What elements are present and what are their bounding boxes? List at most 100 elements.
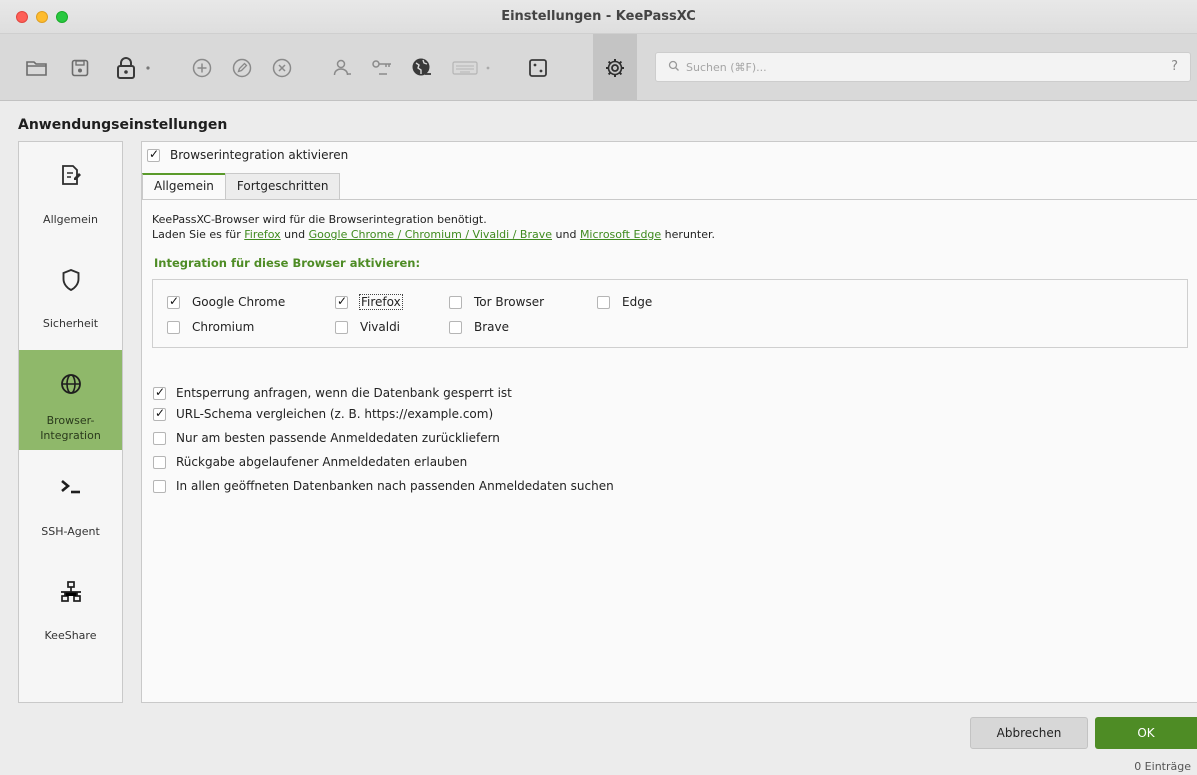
open-database-button[interactable] bbox=[17, 34, 57, 101]
option-allow-expired[interactable]: Rückgabe abgelaufener Anmeldedaten erlau… bbox=[153, 455, 467, 469]
option-best-matching-only[interactable]: Nur am besten passende Anmeldedaten zurü… bbox=[153, 431, 500, 445]
description-text-part: und bbox=[552, 228, 580, 241]
copy-url-button[interactable] bbox=[402, 34, 442, 101]
option-search-all-databases[interactable]: In allen geöffneten Datenbanken nach pas… bbox=[153, 479, 614, 493]
browser-google-chrome[interactable]: Google Chrome bbox=[167, 294, 285, 309]
cancel-button[interactable]: Abbrechen bbox=[970, 717, 1088, 749]
description-text-part: herunter. bbox=[661, 228, 715, 241]
browser-tor-browser-checkbox[interactable] bbox=[449, 295, 462, 309]
x-circle-icon bbox=[272, 58, 292, 77]
browser-firefox[interactable]: Firefox bbox=[335, 294, 403, 310]
browser-brave[interactable]: Brave bbox=[449, 320, 509, 334]
browser-tor-browser[interactable]: Tor Browser bbox=[449, 295, 544, 309]
browsers-heading: Integration für diese Browser aktivieren… bbox=[154, 256, 421, 270]
window-title: Einstellungen - KeePassXC bbox=[501, 9, 696, 24]
option-request-unlock-checkbox[interactable] bbox=[153, 385, 166, 400]
copy-password-button[interactable] bbox=[362, 34, 402, 101]
option-label: Rückgabe abgelaufener Anmeldedaten erlau… bbox=[176, 455, 468, 469]
browser-label: Chromium bbox=[192, 320, 255, 334]
option-allow-expired-checkbox[interactable] bbox=[153, 455, 166, 469]
globe-icon bbox=[60, 374, 81, 394]
edge-download-link[interactable]: Microsoft Edge bbox=[580, 228, 661, 241]
category-browser-integration[interactable]: Browser- Integration bbox=[19, 350, 122, 450]
title-bar: Einstellungen - KeePassXC bbox=[0, 0, 1197, 34]
option-label: Nur am besten passende Anmeldedaten zurü… bbox=[176, 431, 500, 445]
chevron-down-icon bbox=[146, 65, 150, 70]
lock-database-button[interactable] bbox=[109, 34, 159, 101]
firefox-download-link[interactable]: Firefox bbox=[244, 228, 280, 241]
shield-icon bbox=[62, 268, 79, 292]
settings-category-list: Allgemein Sicherheit Browser- Integratio… bbox=[18, 141, 123, 703]
option-label: In allen geöffneten Datenbanken nach pas… bbox=[176, 479, 614, 493]
browser-label: Edge bbox=[622, 295, 653, 309]
browser-label: Tor Browser bbox=[474, 295, 545, 309]
enable-browser-integration-checkbox[interactable] bbox=[147, 147, 160, 162]
keyboard-icon bbox=[452, 60, 478, 75]
category-security[interactable]: Sicherheit bbox=[19, 246, 122, 346]
option-best-matching-only-checkbox[interactable] bbox=[153, 431, 166, 445]
autotype-button[interactable] bbox=[442, 34, 502, 101]
plus-circle-icon bbox=[192, 58, 212, 77]
category-ssh-agent[interactable]: SSH-Agent bbox=[19, 454, 122, 554]
browser-vivaldi-checkbox[interactable] bbox=[335, 320, 348, 334]
save-database-button[interactable] bbox=[60, 34, 100, 101]
status-entry-count: 0 Einträge bbox=[1134, 760, 1191, 773]
browser-edge-checkbox[interactable] bbox=[597, 295, 610, 309]
folder-icon bbox=[26, 60, 47, 76]
browser-firefox-checkbox[interactable] bbox=[335, 294, 348, 309]
search-help-button[interactable]: ? bbox=[1171, 59, 1178, 74]
tab-advanced[interactable]: Fortgeschritten bbox=[224, 173, 341, 199]
category-general[interactable]: Allgemein bbox=[19, 142, 122, 242]
document-pencil-icon bbox=[61, 165, 81, 185]
browser-vivaldi[interactable]: Vivaldi bbox=[335, 320, 400, 334]
category-label: Sicherheit bbox=[42, 317, 99, 330]
network-icon bbox=[60, 581, 81, 602]
description-text: KeePassXC-Browser wird für die Browserin… bbox=[152, 212, 715, 242]
search-icon bbox=[668, 60, 679, 71]
option-match-url-scheme-checkbox[interactable] bbox=[153, 406, 166, 421]
enable-browser-integration-row[interactable]: Browserintegration aktivieren bbox=[147, 147, 349, 162]
chevron-down-icon bbox=[486, 66, 490, 69]
dice-icon bbox=[529, 58, 547, 77]
gear-icon bbox=[606, 58, 624, 77]
description-text-part: Laden Sie es für bbox=[152, 228, 245, 241]
option-search-all-databases-checkbox[interactable] bbox=[153, 479, 166, 493]
password-generator-button[interactable] bbox=[518, 34, 558, 101]
user-icon bbox=[333, 59, 351, 75]
search-box: ? bbox=[655, 52, 1191, 82]
option-label: URL-Schema vergleichen (z. B. https://ex… bbox=[176, 407, 494, 421]
category-keeshare[interactable]: KeeShare bbox=[19, 558, 122, 658]
page-title: Anwendungseinstellungen bbox=[18, 117, 228, 133]
option-request-unlock[interactable]: Entsperrung anfragen, wenn die Datenbank… bbox=[153, 385, 512, 400]
browser-brave-checkbox[interactable] bbox=[449, 320, 462, 334]
browser-chromium[interactable]: Chromium bbox=[167, 320, 254, 334]
copy-username-button[interactable] bbox=[322, 34, 362, 101]
add-entry-button[interactable] bbox=[182, 34, 222, 101]
lock-icon bbox=[117, 56, 135, 79]
browser-label: Firefox bbox=[359, 294, 403, 310]
browser-edge[interactable]: Edge bbox=[597, 295, 652, 309]
chrome-download-link[interactable]: Google Chrome / Chromium / Vivaldi / Bra… bbox=[309, 228, 552, 241]
globe-icon bbox=[412, 58, 431, 75]
tab-general[interactable]: Allgemein bbox=[142, 173, 226, 199]
ok-button[interactable]: OK bbox=[1095, 717, 1197, 749]
settings-button[interactable] bbox=[593, 34, 637, 101]
terminal-icon bbox=[60, 480, 80, 494]
pencil-circle-icon bbox=[232, 58, 252, 77]
browser-google-chrome-checkbox[interactable] bbox=[167, 294, 180, 309]
tab-bar: Allgemein Fortgeschritten bbox=[142, 173, 341, 199]
browser-chromium-checkbox[interactable] bbox=[167, 320, 180, 334]
description-line-1: KeePassXC-Browser wird für die Browserin… bbox=[152, 213, 487, 226]
description-text-part: und bbox=[280, 228, 309, 241]
description-line-2: Laden Sie es für Firefox und Google Chro… bbox=[152, 227, 715, 242]
category-label: Allgemein bbox=[43, 213, 98, 226]
delete-entry-button[interactable] bbox=[262, 34, 302, 101]
browser-selection-box: Google Chrome Firefox Tor Browser Edge C… bbox=[152, 279, 1188, 348]
option-label: Entsperrung anfragen, wenn die Datenbank… bbox=[176, 386, 512, 400]
category-label: SSH-Agent bbox=[41, 525, 100, 538]
browser-label: Brave bbox=[474, 320, 510, 334]
enable-browser-integration-label: Browserintegration aktivieren bbox=[170, 148, 349, 162]
option-match-url-scheme[interactable]: URL-Schema vergleichen (z. B. https://ex… bbox=[153, 406, 494, 421]
edit-entry-button[interactable] bbox=[222, 34, 262, 101]
search-input[interactable] bbox=[686, 57, 1156, 77]
